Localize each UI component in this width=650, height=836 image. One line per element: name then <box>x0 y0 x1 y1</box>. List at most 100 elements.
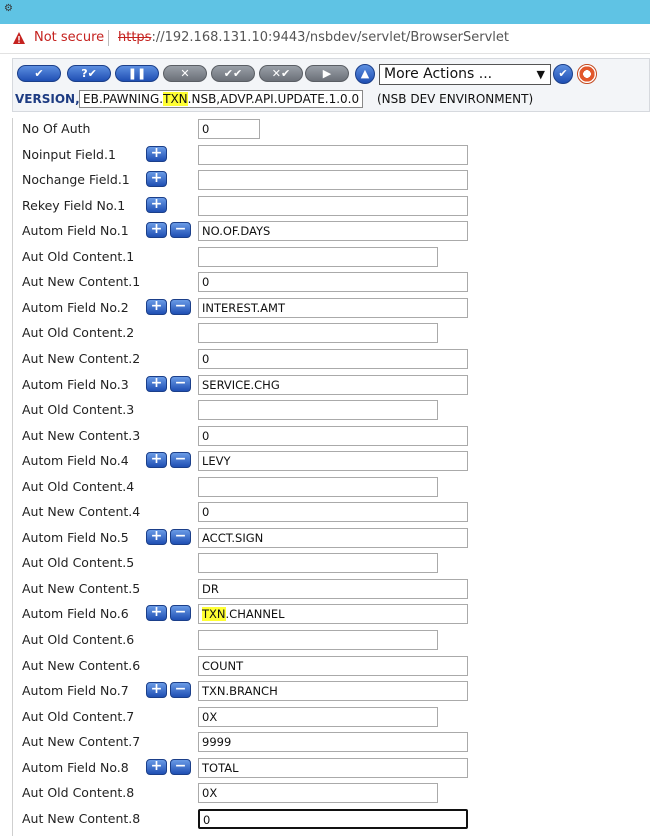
field-input[interactable] <box>198 246 438 267</box>
field-input[interactable]: 0 <box>198 425 468 446</box>
add-field-icon[interactable]: + <box>146 605 167 622</box>
url-scheme: https <box>118 30 152 45</box>
field-label: Aut New Content.5 <box>22 580 141 596</box>
field-label: Aut Old Content.8 <box>22 785 135 801</box>
field-input[interactable] <box>198 323 438 344</box>
url-text[interactable]: https://192.168.131.10:9443/nsbdev/servl… <box>118 30 509 45</box>
form-row: Aut New Content.6 COUNT <box>12 655 650 680</box>
field-input[interactable] <box>198 195 468 216</box>
hold-button[interactable]: ❚❚ <box>115 65 159 82</box>
field-input[interactable] <box>198 144 468 165</box>
field-input[interactable]: 0 <box>198 808 468 829</box>
add-field-icon[interactable]: + <box>146 145 167 162</box>
field-label: Aut New Content.4 <box>22 504 141 520</box>
field-input[interactable]: 0X <box>198 783 438 804</box>
remove-field-icon[interactable]: − <box>170 605 191 622</box>
form-row: Autom Field No.1 + − NO.OF.DAYS <box>12 220 650 245</box>
field-label: Aut New Content.2 <box>22 350 141 366</box>
up-arrow-icon[interactable]: ▲ <box>355 64 375 84</box>
remove-field-icon[interactable]: − <box>170 375 191 392</box>
not-secure-label[interactable]: Not secure <box>34 30 104 45</box>
add-field-icon[interactable]: + <box>146 758 167 775</box>
form-row: Autom Field No.7 + − TXN.BRANCH <box>12 680 650 705</box>
field-input[interactable]: 0 <box>198 119 260 139</box>
field-label: Rekey Field No.1 <box>22 197 126 213</box>
field-label: Aut New Content.8 <box>22 810 141 826</box>
field-value: SERVICE.CHG <box>202 377 280 392</box>
field-input[interactable]: SERVICE.CHG <box>198 374 468 395</box>
form-row: Autom Field No.4 + − LEVY <box>12 450 650 475</box>
chevron-down-icon: ▼ <box>536 68 545 81</box>
form-row: Aut New Content.7 9999 <box>12 731 650 756</box>
add-field-icon[interactable]: + <box>146 171 167 188</box>
field-input[interactable]: 0 <box>198 502 468 523</box>
authorise-button[interactable]: ✔✔ <box>211 65 255 82</box>
field-input[interactable]: TXN.CHANNEL <box>198 604 468 625</box>
add-field-icon[interactable]: + <box>146 196 167 213</box>
reverse-button[interactable]: ✕✔ <box>259 65 303 82</box>
add-field-icon[interactable]: + <box>146 375 167 392</box>
field-label: Aut Old Content.1 <box>22 248 135 264</box>
field-label: Aut Old Content.6 <box>22 632 135 647</box>
address-divider <box>108 30 109 46</box>
field-label: Aut Old Content.2 <box>22 325 135 341</box>
field-input[interactable]: DR <box>198 578 468 599</box>
delete-button[interactable]: ✕ <box>163 65 207 82</box>
field-input[interactable]: ACCT.SIGN <box>198 527 468 548</box>
remove-field-icon[interactable]: − <box>170 298 191 315</box>
field-value: 0X <box>202 786 218 801</box>
field-input[interactable]: 0 <box>198 272 468 293</box>
version-name: EB.PAWNING.TXN.NSB,ADVP.API.UPDATE.1.0.0 <box>79 90 364 108</box>
remove-field-icon[interactable]: − <box>170 758 191 775</box>
add-field-icon[interactable]: + <box>146 222 167 239</box>
url-path: ://192.168.131.10:9443/nsbdev/servlet/Br… <box>151 30 509 45</box>
field-label: No Of Auth <box>22 121 91 136</box>
field-input[interactable] <box>198 476 438 497</box>
more-actions-select[interactable]: More Actions ... ▼ <box>379 64 551 85</box>
field-label: Autom Field No.6 <box>22 606 129 622</box>
add-field-icon[interactable]: + <box>146 528 167 545</box>
field-input[interactable] <box>198 630 438 650</box>
field-input[interactable]: 0 <box>198 348 468 369</box>
field-input[interactable]: TXN.BRANCH <box>198 681 468 702</box>
remove-field-icon[interactable]: − <box>170 452 191 469</box>
form-row: Autom Field No.6 + − TXN.CHANNEL <box>12 603 650 628</box>
field-input[interactable]: NO.OF.DAYS <box>198 221 468 242</box>
field-input[interactable]: INTEREST.AMT <box>198 297 468 318</box>
add-field-icon[interactable]: + <box>146 452 167 469</box>
record-form: No Of Auth 0 Noinput Field.1 + Nochange Fiel… <box>12 118 650 836</box>
remove-field-icon[interactable]: − <box>170 682 191 699</box>
form-row: Aut Old Content.3 <box>12 399 650 424</box>
form-row: Aut Old Content.5 <box>12 552 650 577</box>
commit-button[interactable]: ✔ <box>17 65 61 82</box>
field-input[interactable]: 9999 <box>198 732 468 753</box>
add-field-icon[interactable]: + <box>146 298 167 315</box>
address-bar[interactable]: Not secure https://192.168.131.10:9443/n… <box>0 24 650 54</box>
add-field-icon[interactable]: + <box>146 682 167 699</box>
more-actions-value: More Actions ... <box>384 66 493 82</box>
field-input[interactable] <box>198 553 438 574</box>
version-label: VERSION, <box>15 92 80 106</box>
remove-field-icon[interactable]: − <box>170 222 191 239</box>
field-input[interactable] <box>198 170 468 191</box>
field-label: Nochange Field.1 <box>22 172 130 188</box>
field-label: Autom Field No.7 <box>22 683 129 699</box>
form-row: Aut New Content.2 0 <box>12 348 650 373</box>
next-button[interactable]: ▶ <box>305 65 349 82</box>
field-input[interactable]: 0X <box>198 706 438 727</box>
field-input[interactable]: TOTAL <box>198 757 468 778</box>
transaction-toolbar: ✔ ?✔ ❚❚ ✕ ✔✔ ✕✔ ▶ ▲ More Actions ... ▼ ✔… <box>12 58 650 112</box>
help-lifebuoy-icon[interactable] <box>577 64 597 84</box>
field-value: DR <box>202 581 219 596</box>
field-label: Aut New Content.6 <box>22 657 141 673</box>
field-input[interactable]: COUNT <box>198 655 468 676</box>
field-label: Autom Field No.3 <box>22 376 129 392</box>
browser-title-bar: ⚙ <box>0 0 650 24</box>
field-value: TOTAL <box>202 760 239 775</box>
field-input[interactable] <box>198 400 438 421</box>
validate-button[interactable]: ?✔ <box>67 65 111 82</box>
remove-field-icon[interactable]: − <box>170 528 191 545</box>
go-check-icon[interactable]: ✔ <box>553 64 573 84</box>
field-value: LEVY <box>202 454 231 469</box>
field-input[interactable]: LEVY <box>198 451 468 472</box>
